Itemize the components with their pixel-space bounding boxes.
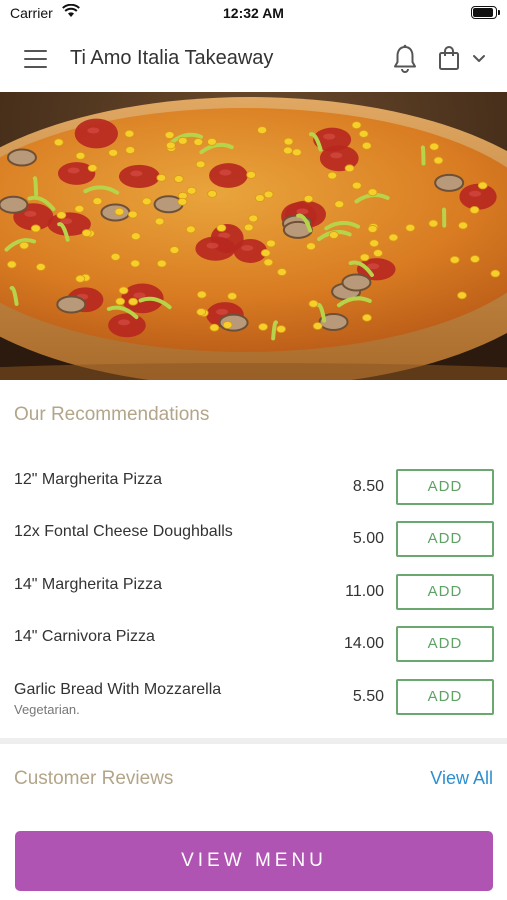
battery-icon [471, 6, 500, 19]
add-button[interactable]: ADD [396, 626, 494, 662]
recommendations-title: Our Recommendations [14, 404, 210, 425]
list-item: 12" Margherita Pizza 8.50 ADD [0, 469, 507, 521]
pizza-photo [0, 92, 507, 380]
item-name: Garlic Bread With Mozzarella [14, 681, 222, 698]
item-price: 11.00 [345, 583, 384, 600]
list-item: 14" Margherita Pizza 11.00 ADD [0, 574, 507, 626]
clock: 12:32 AM [223, 5, 284, 21]
add-button[interactable]: ADD [396, 574, 494, 610]
view-all-link[interactable]: View All [430, 768, 493, 789]
app-title: Ti Amo Italia Takeaway [70, 47, 274, 69]
item-name: 12x Fontal Cheese Doughballs [14, 523, 233, 540]
item-name: 14" Margherita Pizza [14, 576, 162, 593]
menu-icon[interactable] [24, 50, 47, 68]
app-header: Ti Amo Italia Takeaway [0, 28, 507, 92]
battery-level [473, 8, 493, 17]
chevron-down-icon[interactable] [472, 54, 486, 64]
add-button[interactable]: ADD [396, 521, 494, 557]
item-price: 8.50 [352, 478, 384, 495]
item-note: Vegetarian. [14, 702, 80, 717]
bell-icon[interactable] [392, 44, 418, 74]
status-bar: Carrier 12:32 AM [0, 0, 507, 28]
add-button[interactable]: ADD [396, 679, 494, 715]
item-price: 5.00 [352, 530, 384, 547]
list-item: 14" Carnivora Pizza 14.00 ADD [0, 626, 507, 678]
list-item: Garlic Bread With Mozzarella Vegetarian.… [0, 679, 507, 731]
shopping-bag-icon[interactable] [438, 45, 460, 71]
add-button[interactable]: ADD [396, 469, 494, 505]
section-divider [0, 738, 507, 744]
list-item: 12x Fontal Cheese Doughballs 5.00 ADD [0, 521, 507, 573]
item-name: 12" Margherita Pizza [14, 471, 162, 488]
view-menu-button[interactable]: VIEW MENU [15, 831, 493, 891]
hero-pizza-image [0, 92, 507, 380]
item-price: 5.50 [352, 688, 384, 705]
item-name: 14" Carnivora Pizza [14, 628, 155, 645]
reviews-title: Customer Reviews [14, 768, 174, 789]
item-price: 14.00 [343, 635, 384, 652]
